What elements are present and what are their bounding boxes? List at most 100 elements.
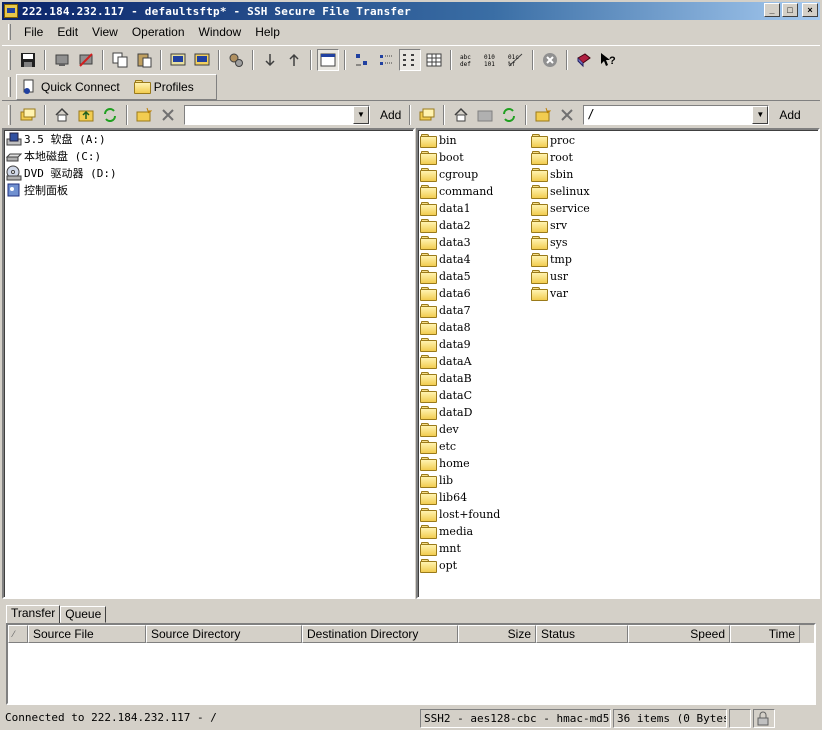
remote-folder-item[interactable]: data8 bbox=[420, 319, 471, 335]
remote-browse-folders-button[interactable] bbox=[416, 104, 438, 126]
minimize-button[interactable]: _ bbox=[764, 3, 780, 17]
menubar-grip[interactable] bbox=[8, 24, 11, 40]
paste-button[interactable] bbox=[133, 49, 155, 71]
remote-folder-item[interactable]: data2 bbox=[420, 217, 471, 233]
remote-folder-item[interactable]: proc bbox=[531, 132, 575, 148]
chevron-down-icon[interactable]: ▼ bbox=[752, 105, 769, 124]
remote-folder-item[interactable]: var bbox=[531, 285, 568, 301]
resize-grip-icon[interactable] bbox=[777, 709, 797, 728]
remote-folder-item[interactable]: data1 bbox=[420, 200, 471, 216]
remote-folder-item[interactable]: sbin bbox=[531, 166, 573, 182]
column-source-directory[interactable]: Source Directory bbox=[146, 625, 302, 643]
remote-folder-item[interactable]: srv bbox=[531, 217, 567, 233]
local-file-pane[interactable]: 3.5 软盘 (A:) 本地磁盘 (C:) DVD 驱动器 (D:) 控制面板 bbox=[2, 128, 415, 599]
remote-folder-item[interactable]: opt bbox=[420, 557, 457, 573]
tab-queue[interactable]: Queue bbox=[60, 606, 107, 623]
help-topics-button[interactable] bbox=[573, 49, 595, 71]
remote-home-button[interactable] bbox=[450, 104, 472, 126]
remote-refresh-button[interactable] bbox=[498, 104, 520, 126]
remote-folder-item[interactable]: bin bbox=[420, 132, 457, 148]
remote-folder-item[interactable]: media bbox=[420, 523, 473, 539]
remote-folder-item[interactable]: selinux bbox=[531, 183, 590, 199]
context-help-button[interactable]: ? bbox=[597, 49, 619, 71]
disconnect-button[interactable] bbox=[75, 49, 97, 71]
menu-view[interactable]: View bbox=[85, 25, 125, 39]
remote-new-folder-button[interactable] bbox=[532, 104, 554, 126]
column-status[interactable]: Status bbox=[536, 625, 628, 643]
small-icons-button[interactable] bbox=[375, 49, 397, 71]
remote-folder-item[interactable]: data9 bbox=[420, 336, 471, 352]
local-delete-button[interactable] bbox=[157, 104, 179, 126]
remote-up-folder-button[interactable] bbox=[474, 104, 496, 126]
toolbar-grip[interactable] bbox=[8, 76, 11, 97]
column-size[interactable]: Size bbox=[458, 625, 536, 643]
sort-indicator-icon[interactable]: ⁄ bbox=[8, 625, 28, 643]
remote-folder-item[interactable]: sys bbox=[531, 234, 568, 250]
menu-edit[interactable]: Edit bbox=[50, 25, 85, 39]
upload-button[interactable] bbox=[283, 49, 305, 71]
remote-folder-item[interactable]: dataC bbox=[420, 387, 472, 403]
local-item-floppy[interactable]: 3.5 软盘 (A:) bbox=[6, 131, 106, 147]
local-browse-folders-button[interactable] bbox=[17, 104, 39, 126]
remote-path-combo[interactable]: / ▼ bbox=[583, 104, 770, 125]
remote-folder-item[interactable]: service bbox=[531, 200, 590, 216]
remote-folder-item[interactable]: dataB bbox=[420, 370, 472, 386]
column-time[interactable]: Time bbox=[730, 625, 800, 643]
remote-folder-item[interactable]: tmp bbox=[531, 251, 572, 267]
remote-folder-item[interactable]: command bbox=[420, 183, 493, 199]
toolbar-grip[interactable] bbox=[8, 104, 11, 125]
list-view-button[interactable] bbox=[399, 48, 421, 71]
save-button[interactable] bbox=[17, 49, 39, 71]
local-home-button[interactable] bbox=[51, 104, 73, 126]
local-item-c-drive[interactable]: 本地磁盘 (C:) bbox=[6, 148, 101, 164]
remote-folder-item[interactable]: lib bbox=[420, 472, 453, 488]
remote-folder-item[interactable]: data6 bbox=[420, 285, 471, 301]
remote-folder-item[interactable]: data5 bbox=[420, 268, 471, 284]
remote-folder-item[interactable]: dataA bbox=[420, 353, 472, 369]
remote-folder-item[interactable]: data3 bbox=[420, 234, 471, 250]
details-view-button[interactable] bbox=[423, 49, 445, 71]
stop-button[interactable] bbox=[539, 49, 561, 71]
remote-folder-item[interactable]: data4 bbox=[420, 251, 471, 267]
copy-button[interactable] bbox=[109, 49, 131, 71]
binary-mode-button[interactable]: 010 101 bbox=[481, 49, 503, 71]
remote-folder-item[interactable]: cgroup bbox=[420, 166, 478, 182]
app-icon[interactable] bbox=[4, 4, 18, 18]
new-file-transfer-button[interactable] bbox=[191, 49, 213, 71]
remote-folder-item[interactable]: boot bbox=[420, 149, 464, 165]
remote-folder-item[interactable]: data7 bbox=[420, 302, 471, 318]
show-local-pane-button[interactable] bbox=[317, 48, 339, 71]
profiles-button[interactable]: Profiles bbox=[133, 80, 194, 94]
remote-folder-item[interactable]: root bbox=[531, 149, 573, 165]
menu-operation[interactable]: Operation bbox=[125, 25, 192, 39]
remote-folder-item[interactable]: lost+found bbox=[420, 506, 500, 522]
menu-file[interactable]: File bbox=[17, 25, 50, 39]
toolbar-grip[interactable] bbox=[8, 49, 11, 70]
local-add-button[interactable]: Add bbox=[374, 108, 407, 122]
column-source-file[interactable]: Source File bbox=[28, 625, 146, 643]
remote-add-button[interactable]: Add bbox=[773, 108, 806, 122]
local-item-control-panel[interactable]: 控制面板 bbox=[6, 182, 68, 198]
settings-button[interactable] bbox=[225, 49, 247, 71]
download-button[interactable] bbox=[259, 49, 281, 71]
remote-folder-item[interactable]: home bbox=[420, 455, 470, 471]
remote-delete-button[interactable] bbox=[556, 104, 578, 126]
auto-mode-button[interactable]: 01c %f bbox=[505, 49, 527, 71]
chevron-down-icon[interactable]: ▼ bbox=[353, 105, 369, 124]
large-icons-button[interactable] bbox=[351, 49, 373, 71]
column-speed[interactable]: Speed bbox=[628, 625, 730, 643]
menu-window[interactable]: Window bbox=[192, 25, 249, 39]
connect-button[interactable] bbox=[51, 49, 73, 71]
quick-connect-button[interactable]: Quick Connect bbox=[21, 79, 120, 95]
remote-file-pane[interactable]: bin boot cgroup command data1 data2 data3 data4… bbox=[416, 128, 820, 599]
tab-transfer[interactable]: Transfer bbox=[6, 605, 61, 623]
column-destination-directory[interactable]: Destination Directory bbox=[302, 625, 458, 643]
local-path-combo[interactable]: ▼ bbox=[184, 104, 370, 125]
remote-folder-item[interactable]: dev bbox=[420, 421, 459, 437]
close-button[interactable]: × bbox=[802, 3, 818, 17]
maximize-button[interactable]: □ bbox=[782, 3, 798, 17]
new-terminal-button[interactable] bbox=[167, 49, 189, 71]
remote-folder-item[interactable]: lib64 bbox=[420, 489, 467, 505]
ascii-mode-button[interactable]: abc def bbox=[457, 49, 479, 71]
local-refresh-button[interactable] bbox=[99, 104, 121, 126]
